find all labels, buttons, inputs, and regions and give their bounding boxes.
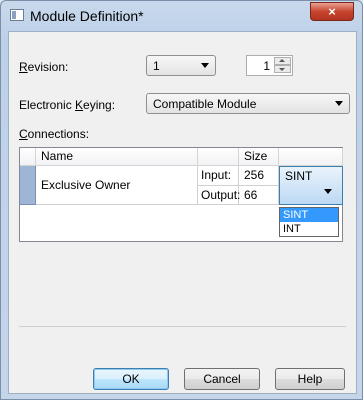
connection-name-cell[interactable]: Exclusive Owner — [36, 166, 198, 205]
ok-button[interactable]: OK — [93, 368, 169, 390]
separator — [19, 326, 346, 327]
connections-grid: Name Size Exclusive Owner Input: Output:… — [19, 147, 343, 242]
help-button[interactable]: Help — [275, 368, 345, 390]
chevron-down-icon — [201, 63, 209, 68]
spin-up-button[interactable] — [274, 57, 291, 65]
data-type-value: SINT — [285, 169, 313, 183]
output-size-cell[interactable]: 66 — [239, 186, 279, 205]
keying-label: Electronic Keying: — [19, 98, 116, 112]
type-column-header — [279, 148, 343, 166]
name-column-header: Name — [36, 148, 198, 166]
output-label-cell: Output: — [198, 186, 240, 205]
data-type-option-int[interactable]: INT — [280, 222, 338, 236]
window-title: Module Definition* — [30, 8, 144, 24]
data-type-select[interactable]: SINT — [279, 166, 343, 205]
connections-label: Connections: — [19, 127, 90, 141]
row-selector[interactable] — [20, 166, 36, 205]
revision-label: Revision: — [19, 60, 69, 74]
spin-down-button[interactable] — [274, 65, 291, 73]
close-button[interactable]: × — [310, 2, 354, 21]
io-column-header — [198, 148, 239, 166]
title-bar: Module Definition* × — [1, 1, 362, 31]
input-size-cell[interactable]: 256 — [239, 166, 279, 186]
module-definition-dialog: Module Definition* × Revision: 1 1 Elect… — [0, 0, 363, 400]
revision-major-select[interactable]: 1 — [146, 55, 216, 76]
revision-major-value: 1 — [153, 59, 160, 73]
keying-value: Compatible Module — [153, 97, 257, 111]
cancel-button[interactable]: Cancel — [184, 368, 260, 390]
revision-minor-stepper[interactable]: 1 — [246, 55, 293, 76]
chevron-down-icon — [324, 189, 332, 194]
chevron-down-icon — [335, 101, 343, 106]
size-column-header: Size — [239, 148, 279, 166]
grid-corner-header — [20, 148, 36, 166]
dialog-body: Revision: 1 1 Electronic Keying: Compati… — [8, 31, 357, 394]
input-label-cell: Input: — [198, 166, 239, 186]
revision-minor-value: 1 — [263, 59, 270, 73]
window-icon — [10, 9, 24, 21]
data-type-option-sint[interactable]: SINT — [280, 208, 338, 222]
data-type-dropdown-list: SINT INT — [279, 207, 339, 237]
keying-select[interactable]: Compatible Module — [146, 93, 350, 114]
